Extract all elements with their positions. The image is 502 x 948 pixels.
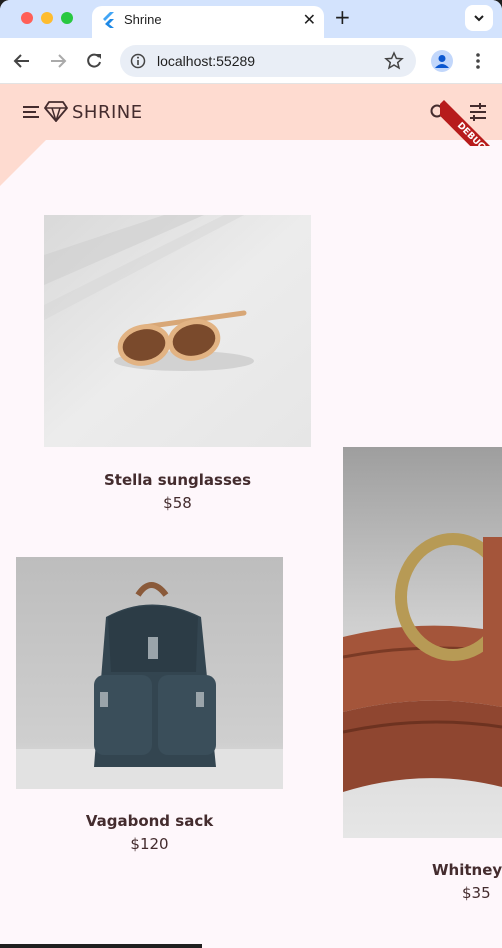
browser-tab[interactable]: Shrine ✕ [92, 6, 324, 38]
product-image-belt[interactable] [343, 447, 502, 838]
tab-close-icon[interactable]: ✕ [303, 10, 316, 29]
sunglasses-photo [44, 215, 311, 447]
debug-banner: DEBUG [440, 84, 502, 146]
app-brand-title: SHRINE [72, 102, 143, 123]
profile-icon [435, 55, 449, 68]
app-bar: SHRINE [0, 84, 502, 140]
debug-ribbon-label: DEBUG [440, 100, 502, 146]
back-arrow-icon[interactable] [12, 51, 32, 71]
forward-arrow-icon[interactable] [48, 51, 68, 71]
product-price: $120 [130, 835, 169, 853]
product-name: Vagabond sack [85, 812, 214, 830]
chevron-down-icon [474, 15, 484, 22]
browser-menu-icon[interactable] [470, 51, 486, 71]
url-text[interactable]: localhost:55289 [157, 53, 255, 69]
backdrop-notch [0, 140, 46, 186]
window-maximize-button[interactable] [61, 12, 73, 24]
flutter-icon [103, 12, 114, 28]
site-info-icon[interactable] [130, 53, 146, 69]
profile-avatar[interactable] [431, 50, 453, 72]
backpack-photo [16, 557, 283, 789]
product-name: Whitney b [432, 861, 502, 879]
product-price: $35 [462, 884, 491, 902]
address-bar[interactable]: localhost:55289 [120, 45, 416, 77]
product-image-backpack[interactable] [16, 557, 283, 789]
product-image-sunglasses[interactable] [44, 215, 311, 447]
tab-bar: Shrine ✕ + [0, 0, 502, 38]
tab-search-button[interactable] [465, 5, 493, 31]
window-minimize-button[interactable] [41, 12, 53, 24]
product-price: $58 [163, 494, 192, 512]
belt-photo [343, 447, 502, 838]
diamond-logo-icon [44, 101, 68, 122]
browser-window: Shrine ✕ + localhost:55289 SHRINE DEBUG … [0, 0, 502, 948]
browser-toolbar: localhost:55289 [0, 38, 502, 84]
new-tab-button[interactable]: + [334, 5, 351, 29]
reload-icon[interactable] [84, 51, 104, 71]
menu-icon[interactable] [22, 104, 42, 120]
product-name: Stella sunglasses [103, 471, 252, 489]
dock-edge [0, 944, 202, 948]
bookmark-star-icon[interactable] [384, 51, 404, 71]
tab-title: Shrine [124, 12, 162, 27]
window-close-button[interactable] [21, 12, 33, 24]
